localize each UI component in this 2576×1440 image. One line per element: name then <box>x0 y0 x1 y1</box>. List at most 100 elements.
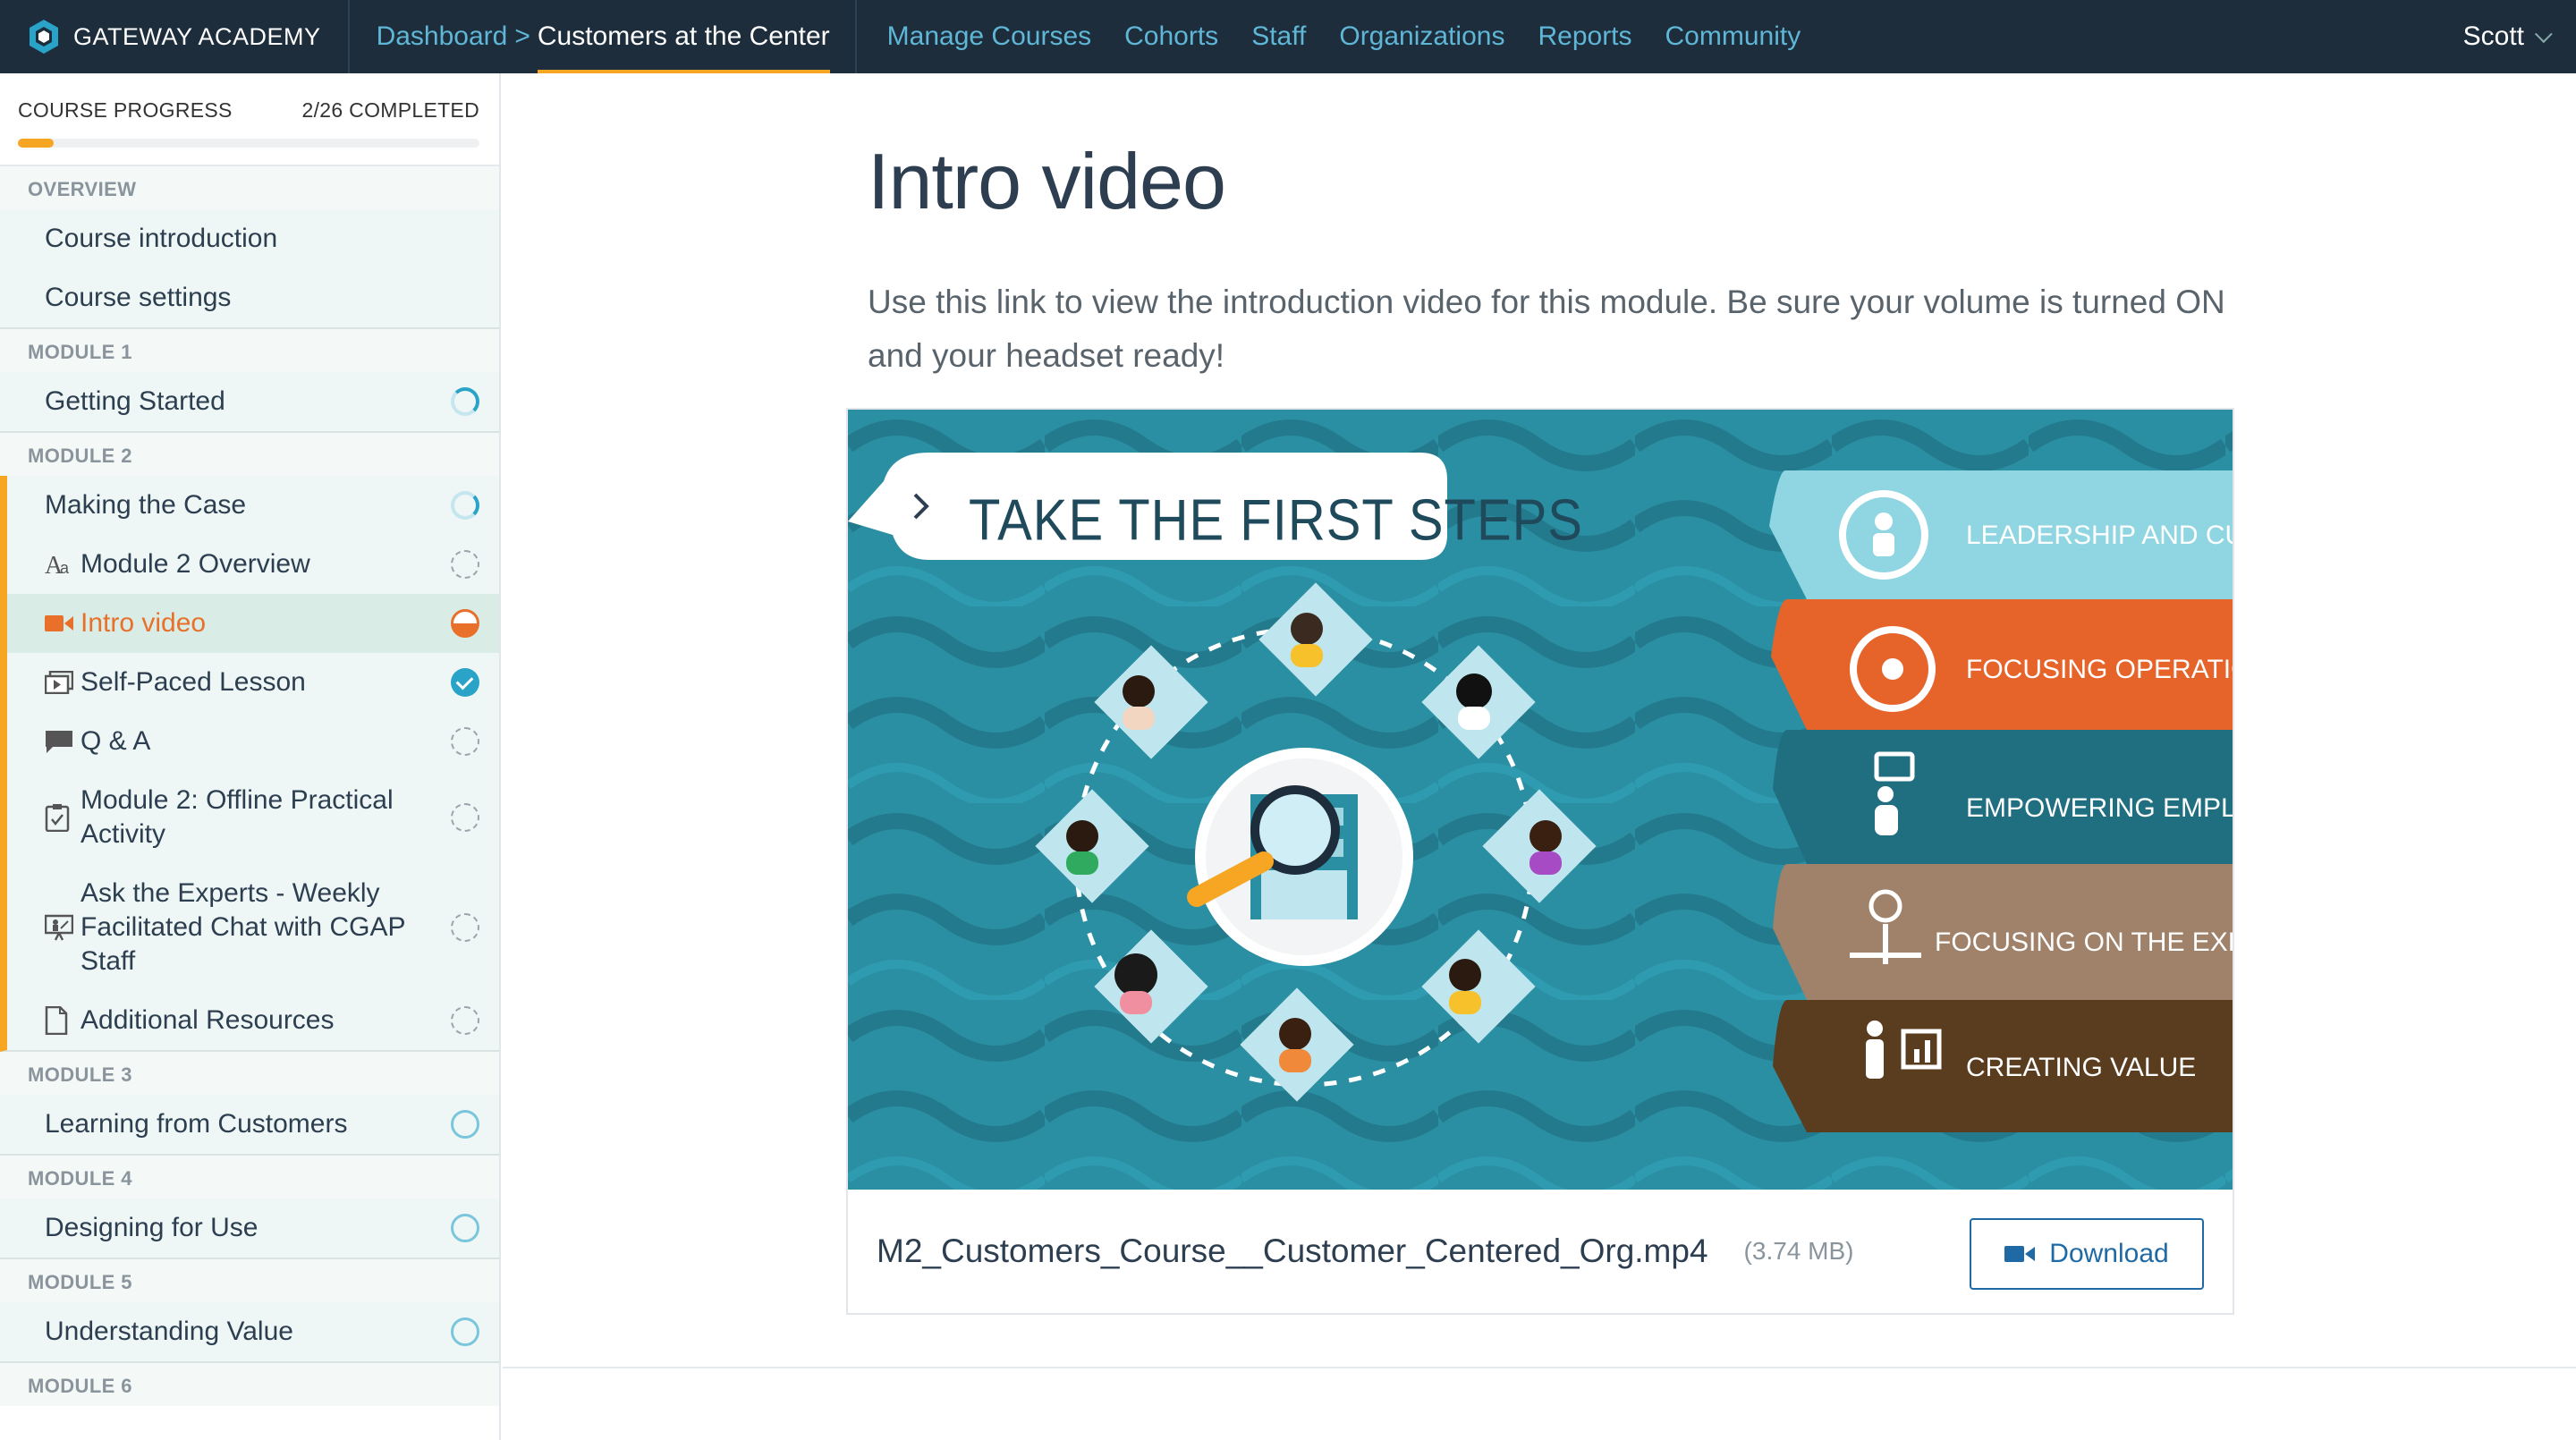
video-thumbnail: TAKE THE FIRST STEPS LEADERSHIP AND C FO… <box>848 410 2233 1190</box>
section-label-module-4: MODULE 4 <box>0 1156 499 1199</box>
page-description: Use this link to view the introduction v… <box>868 284 2225 374</box>
course-progress-count: 2/26 COMPLETED <box>301 98 479 122</box>
section-label-module-1: MODULE 1 <box>0 329 499 372</box>
course-sidebar: COURSE PROGRESS 2/26 COMPLETED OVERVIEW … <box>0 73 501 1440</box>
section-label-module-2: MODULE 2 <box>0 433 499 476</box>
video-banner-text: TAKE THE FIRST STEPS <box>969 488 1583 554</box>
user-menu[interactable]: Scott <box>2462 0 2553 73</box>
sidebar-item-label: Understanding Value <box>45 1317 293 1346</box>
svg-text:EMPOWERING EMPLOYEES: EMPOWERING EMPLOYEES <box>1966 793 2233 823</box>
video-tab-value: CREATING VALUE <box>1773 1000 2233 1132</box>
attachment-row: M2_Customers_Course__Customer_Centered_O… <box>848 1190 2233 1313</box>
sidebar-item-label: Intro video <box>80 608 207 638</box>
file-name: M2_Customers_Course__Customer_Centered_O… <box>877 1232 1708 1269</box>
sidebar-item-self-paced-lesson[interactable]: Self-Paced Lesson <box>7 653 499 712</box>
not-started-status-icon <box>451 1110 479 1139</box>
file-size: (3.74 MB) <box>1743 1237 1854 1265</box>
sidebar-item-label: Module 2: Offline Practical Activity <box>80 785 394 849</box>
not-started-status-icon <box>451 550 479 579</box>
sidebar-item-label: Additional Resources <box>80 1005 335 1035</box>
svg-text:FOCUSING ON THE EXPERIENCE: FOCUSING ON THE EXPERIENCE <box>1935 928 2233 957</box>
nav-organizations[interactable]: Organizations <box>1339 21 1504 52</box>
nav-community[interactable]: Community <box>1665 21 1801 52</box>
sidebar-item-label: Course settings <box>45 283 232 312</box>
page-title: Intro video <box>868 137 1226 225</box>
course-progress-label: COURSE PROGRESS <box>18 98 233 122</box>
section-label-module-6: MODULE 6 <box>0 1363 499 1406</box>
sidebar-item-ask-the-experts[interactable]: Ask the Experts - Weekly Facilitated Cha… <box>7 864 499 991</box>
svg-text:CREATING VALUE: CREATING VALUE <box>1966 1053 2196 1082</box>
content-divider <box>503 1367 2576 1368</box>
clipboard-icon <box>45 804 75 832</box>
video-player[interactable]: TAKE THE FIRST STEPS LEADERSHIP AND C FO… <box>848 410 2233 1190</box>
download-button[interactable]: Download <box>1970 1218 2204 1290</box>
sidebar-item-additional-resources[interactable]: Additional Resources <box>7 991 499 1050</box>
breadcrumb-dashboard-link[interactable]: Dashboard <box>377 21 508 52</box>
sidebar-item-designing-for-use[interactable]: Designing for Use <box>0 1199 499 1258</box>
document-icon <box>45 1006 75 1035</box>
sidebar-item-course-settings[interactable]: Course settings <box>0 268 499 327</box>
section-module-4: Designing for Use <box>0 1199 499 1259</box>
video-tab-employees: EMPOWERING EMPLOYEES <box>1773 730 2233 864</box>
completed-status-icon <box>451 668 479 697</box>
sidebar-item-label: Ask the Experts - Weekly Facilitated Cha… <box>80 878 405 976</box>
video-icon <box>45 610 75 637</box>
progress-bar-fill <box>18 139 54 148</box>
video-camera-icon <box>2004 1246 2036 1262</box>
not-started-status-icon <box>451 913 479 942</box>
breadcrumb: Dashboard > Customers at the Center <box>350 0 857 73</box>
not-started-status-icon <box>451 1317 479 1346</box>
progress-bar <box>18 139 479 148</box>
presentation-icon <box>45 914 75 941</box>
download-label: Download <box>2049 1239 2169 1268</box>
sidebar-item-understanding-value[interactable]: Understanding Value <box>0 1302 499 1361</box>
svg-text:FOCUSING OPERATIONS: FOCUSING OPERATIONS <box>1966 655 2233 684</box>
lesson-icon <box>45 669 75 696</box>
main-nav-links: Manage Courses Cohorts Staff Organizatio… <box>857 21 1835 52</box>
svg-text:a: a <box>60 559 70 577</box>
sidebar-item-intro-video[interactable]: Intro video <box>7 594 499 653</box>
in-progress-status-icon <box>451 387 479 416</box>
text-icon: Aa <box>45 551 75 578</box>
sidebar-item-module-2-overview[interactable]: Aa Module 2 Overview <box>7 535 499 594</box>
section-module-3: Learning from Customers <box>0 1095 499 1156</box>
breadcrumb-current-course[interactable]: Customers at the Center <box>537 0 830 73</box>
nav-reports[interactable]: Reports <box>1538 21 1631 52</box>
section-module-5: Understanding Value <box>0 1302 499 1363</box>
sidebar-item-label: Getting Started <box>45 386 225 416</box>
video-card: TAKE THE FIRST STEPS LEADERSHIP AND C FO… <box>846 408 2234 1315</box>
sidebar-item-learning-from-customers[interactable]: Learning from Customers <box>0 1095 499 1154</box>
sidebar-item-label: Learning from Customers <box>45 1109 348 1139</box>
not-started-status-icon <box>451 1214 479 1242</box>
nav-staff[interactable]: Staff <box>1251 21 1306 52</box>
sidebar-item-course-introduction[interactable]: Course introduction <box>0 209 499 268</box>
chat-icon <box>45 728 75 755</box>
section-module-1: Getting Started <box>0 372 499 433</box>
sidebar-item-getting-started[interactable]: Getting Started <box>0 372 499 431</box>
nav-manage-courses[interactable]: Manage Courses <box>887 21 1091 52</box>
not-started-status-icon <box>451 803 479 832</box>
section-label-overview: OVERVIEW <box>0 166 499 209</box>
brand[interactable]: GATEWAY ACADEMY <box>0 0 350 73</box>
sidebar-item-label: Self-Paced Lesson <box>80 667 306 697</box>
not-started-status-icon <box>451 727 479 756</box>
chevron-down-icon <box>2534 25 2553 44</box>
sidebar-item-label: Designing for Use <box>45 1213 258 1242</box>
section-module-2: Making the Case Aa Module 2 Overview Int… <box>0 476 499 1052</box>
svg-text:LEADERSHIP AND CULTURE: LEADERSHIP AND CULTURE <box>1966 521 2233 550</box>
section-label-module-3: MODULE 3 <box>0 1052 499 1095</box>
sidebar-item-label: Module 2 Overview <box>80 549 310 579</box>
section-overview: Course introduction Course settings <box>0 209 499 329</box>
sidebar-item-label: Making the Case <box>45 490 247 520</box>
section-label-module-5: MODULE 5 <box>0 1259 499 1302</box>
gateway-logo-icon <box>30 20 58 54</box>
nav-cohorts[interactable]: Cohorts <box>1124 21 1218 52</box>
sidebar-item-offline-practical-activity[interactable]: Module 2: Offline Practical Activity <box>7 771 499 864</box>
sidebar-item-label: Q & A <box>80 726 151 756</box>
sidebar-item-making-the-case[interactable]: Making the Case <box>7 476 499 535</box>
video-tab-experience: FOCUSING ON THE EXPERIENCE <box>1773 864 2233 1000</box>
sidebar-item-q-and-a[interactable]: Q & A <box>7 712 499 771</box>
video-tab-leadership: LEADERSHIP AND CULTURE <box>1769 470 2233 599</box>
main-content: Intro video Use this link to view the in… <box>503 73 2576 1440</box>
user-name: Scott <box>2462 21 2524 51</box>
